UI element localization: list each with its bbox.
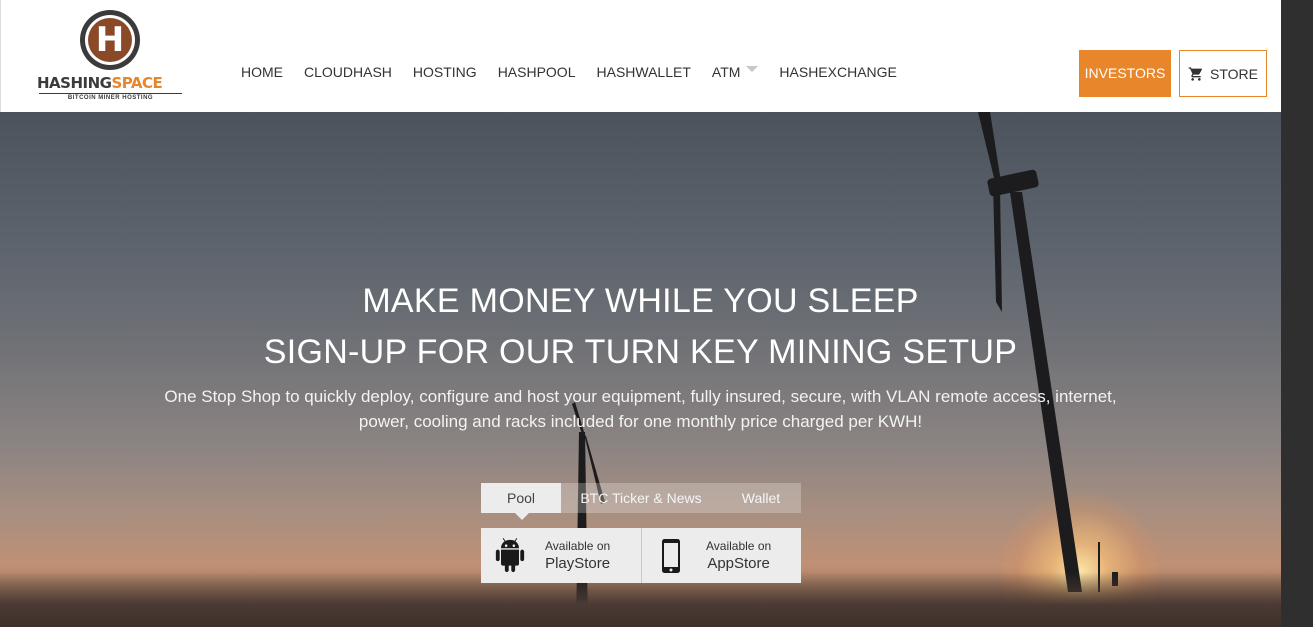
logo-wordmark: HASHINGSPACE: [37, 74, 163, 92]
tab-pool[interactable]: Pool: [481, 483, 561, 520]
logo-emblem: H: [80, 10, 140, 70]
hero-section: MAKE MONEY WHILE YOU SLEEP SIGN-UP FOR O…: [0, 112, 1281, 627]
nav-cloudhash[interactable]: CLOUDHASH: [304, 64, 392, 80]
page-edge-strip: [1281, 0, 1313, 627]
nav-hashpool[interactable]: HASHPOOL: [498, 64, 576, 80]
nav-atm-label: ATM: [711, 64, 741, 80]
site-header: H HASHINGSPACE BITCOIN MINER HOSTING HOM…: [0, 0, 1281, 112]
hero-description: One Stop Shop to quickly deploy, configu…: [164, 387, 1117, 431]
logo-letter: H: [95, 20, 125, 60]
main-nav: HOME CLOUDHASH HOSTING HASHPOOL HASHWALL…: [241, 64, 918, 80]
hero-title-line2: SIGN-UP FOR OUR TURN KEY MINING SETUP: [263, 333, 1018, 371]
investors-button[interactable]: INVESTORS: [1079, 50, 1171, 97]
appstore-available-on: Available on: [706, 538, 772, 553]
store-button[interactable]: STORE: [1179, 50, 1267, 97]
nav-hashexchange[interactable]: HASHEXCHANGE: [779, 64, 896, 80]
nav-atm[interactable]: ATM: [712, 64, 768, 80]
nav-hosting[interactable]: HOSTING: [413, 64, 477, 80]
logo-word-space: SPACE: [111, 74, 163, 92]
appstore-badge[interactable]: Available on AppStore: [641, 528, 801, 583]
hero-title-line1: MAKE MONEY WHILE YOU SLEEP: [362, 282, 919, 320]
app-tabs: Pool BTC Ticker & News Wallet: [481, 483, 801, 520]
logo-word-hashing: HASHING: [37, 74, 112, 92]
playstore-label: PlayStore: [545, 554, 611, 572]
tab-btc-ticker-news[interactable]: BTC Ticker & News: [561, 483, 721, 513]
appstore-label: AppStore: [707, 554, 770, 572]
cart-icon: [1188, 66, 1202, 81]
nav-hashwallet[interactable]: HASHWALLET: [597, 64, 691, 80]
app-store-badges: Available on PlayStore Available on AppS…: [481, 528, 801, 583]
tab-wallet[interactable]: Wallet: [721, 483, 801, 513]
smartphone-icon: [662, 538, 680, 573]
store-label: STORE: [1210, 65, 1258, 82]
playstore-available-on: Available on: [545, 538, 611, 553]
nav-home[interactable]: HOME: [241, 64, 283, 80]
playstore-badge[interactable]: Available on PlayStore: [481, 528, 641, 583]
chevron-down-icon: [746, 66, 759, 72]
android-icon: [495, 537, 525, 572]
logo-tagline: BITCOIN MINER HOSTING: [39, 93, 182, 101]
hashingspace-logo[interactable]: H HASHINGSPACE BITCOIN MINER HOSTING: [37, 10, 187, 102]
